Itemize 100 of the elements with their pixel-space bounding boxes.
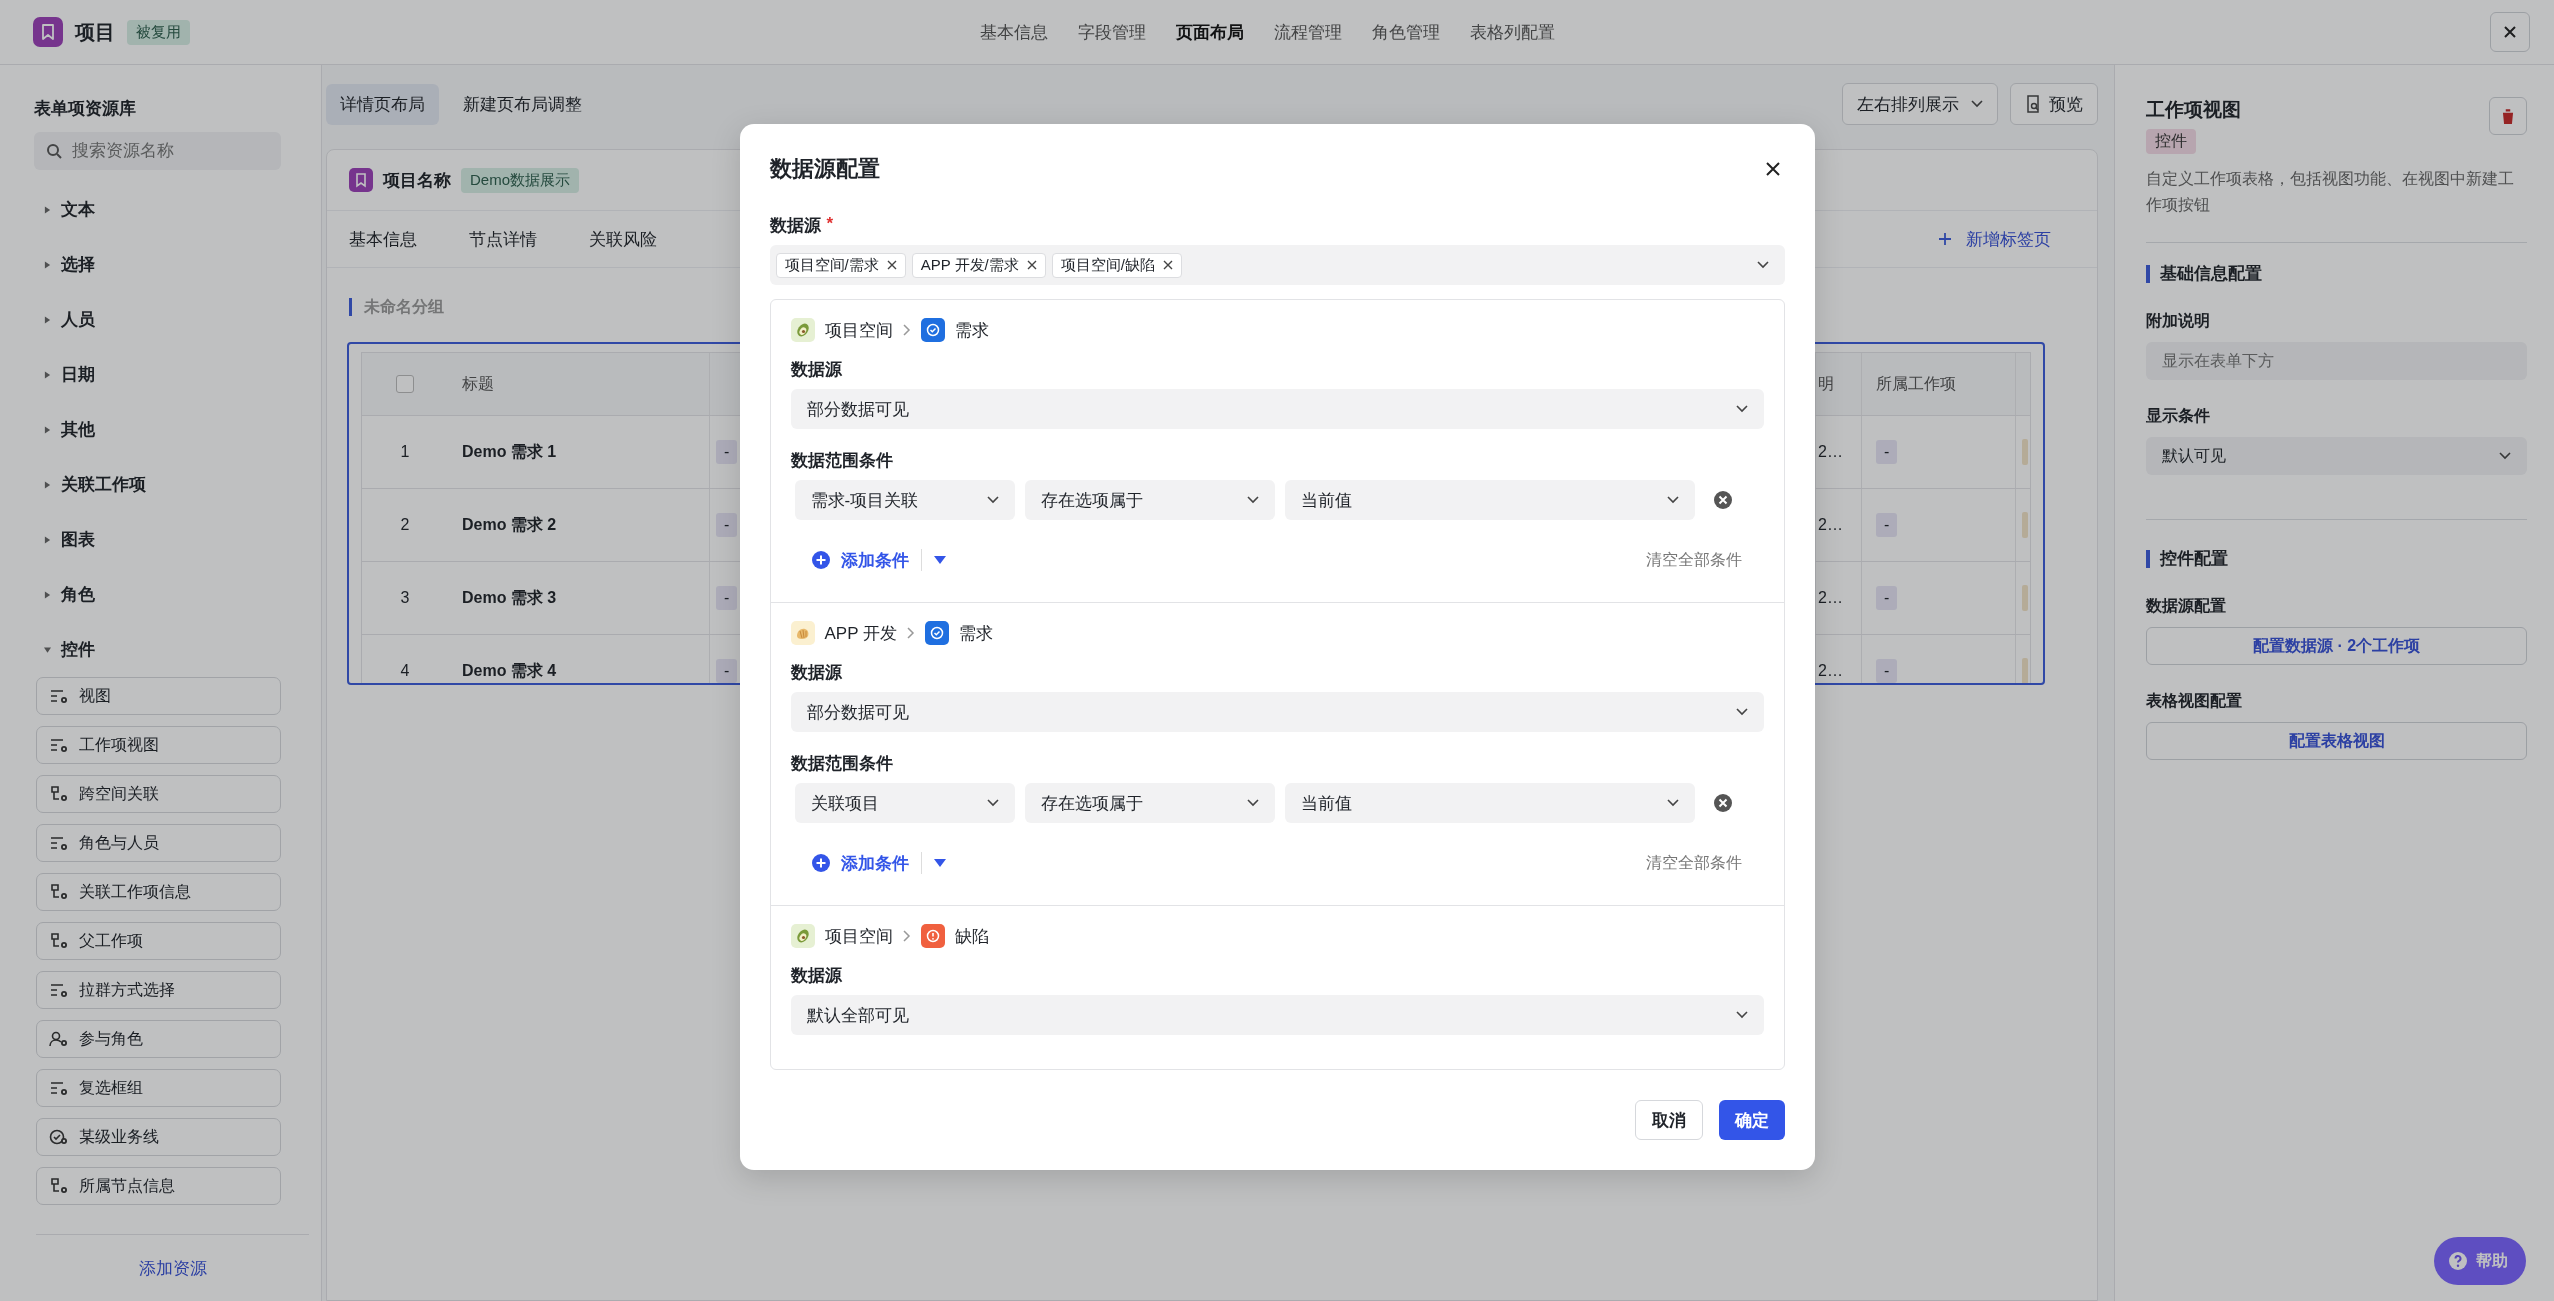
row-number: 1 — [400, 443, 410, 461]
field-label: 表格视图配置 — [2146, 691, 2243, 711]
nav-tab[interactable]: 表格列配置 — [1470, 20, 1555, 44]
category-item[interactable]: 角色 — [36, 567, 281, 622]
cancel-button[interactable]: 取消 — [1634, 1100, 1703, 1140]
nav-tab[interactable]: 角色管理 — [1372, 20, 1440, 44]
datasource-select[interactable]: 项目空间/需求 APP 开发/需求 项目空间/缺陷 — [769, 245, 1785, 285]
config-button[interactable]: 配置表格视图 — [2146, 722, 2527, 760]
select-all-checkbox[interactable] — [396, 375, 414, 393]
resource-item[interactable]: 工作项视图 — [36, 726, 281, 764]
add-condition-button[interactable]: 添加条件 — [810, 548, 909, 572]
field-dropdown[interactable]: 需求-项目关联 — [794, 480, 1015, 520]
remove-icon[interactable] — [1026, 260, 1037, 270]
field-label: 数据源 — [769, 215, 821, 237]
clear-conditions-link[interactable]: 清空全部条件 — [1645, 549, 1742, 571]
layout-tab[interactable]: 详情页布局 — [326, 83, 439, 125]
value-dropdown[interactable]: 当前值 — [1284, 480, 1695, 520]
empty-tag: - — [1876, 659, 1898, 683]
nav-tab[interactable]: 流程管理 — [1274, 20, 1342, 44]
section-tab[interactable]: 节点详情 — [469, 227, 537, 251]
empty-tag: - — [716, 586, 738, 610]
section-tab[interactable]: 基本信息 — [349, 227, 417, 251]
category-item[interactable]: 日期 — [36, 347, 281, 402]
chevron-down-icon — [986, 496, 999, 504]
operator-dropdown[interactable]: 存在选项属于 — [1024, 480, 1275, 520]
category-item[interactable]: 文本 — [36, 182, 281, 237]
item-type: 需求 — [954, 319, 989, 342]
delete-button[interactable] — [2489, 97, 2527, 135]
add-resource-link[interactable]: 添加资源 — [138, 1256, 207, 1280]
chevron-down-icon — [1246, 496, 1259, 504]
empty-tag: - — [1876, 586, 1898, 610]
category-item[interactable]: 关联工作项 — [36, 457, 281, 512]
table-cell: 2… — [1818, 589, 1843, 607]
resource-item[interactable]: 父工作项 — [36, 922, 281, 960]
description-field[interactable]: 显示在表单下方 — [2146, 342, 2527, 380]
caret-icon — [44, 204, 51, 215]
resource-item[interactable]: 所属节点信息 — [36, 1167, 281, 1205]
chevron-down-icon — [986, 799, 999, 807]
space-name: APP 开发 — [824, 622, 897, 645]
resource-item[interactable]: 复选框组 — [36, 1069, 281, 1107]
nav-tab[interactable]: 基本信息 — [980, 20, 1048, 44]
reused-badge: 被复用 — [127, 19, 190, 45]
resource-item[interactable]: 关联工作项信息 — [36, 873, 281, 911]
arrangement-dropdown[interactable]: 左右排列展示 — [1842, 83, 1998, 125]
nav-tab[interactable]: 页面布局 — [1176, 20, 1244, 44]
remove-condition-icon[interactable] — [1712, 793, 1733, 813]
caret-icon[interactable] — [933, 859, 946, 867]
clear-conditions-link[interactable]: 清空全部条件 — [1645, 852, 1742, 874]
close-icon — [2502, 24, 2518, 40]
list-gear-icon — [49, 1079, 69, 1097]
add-condition-button[interactable]: 添加条件 — [810, 851, 909, 875]
card-title: 项目名称 — [383, 169, 451, 192]
remove-icon[interactable] — [1162, 260, 1173, 270]
close-button[interactable] — [2490, 12, 2530, 52]
close-icon — [1764, 161, 1781, 177]
visibility-dropdown[interactable]: 默认全部可见 — [790, 995, 1764, 1035]
chevron-right-icon — [902, 324, 911, 336]
add-tab-button[interactable]: 新增标签页 — [1938, 227, 2051, 251]
section-tab[interactable]: 关联风险 — [589, 227, 657, 251]
category-item[interactable]: 人员 — [36, 292, 281, 347]
caret-icon — [44, 479, 51, 490]
category-item[interactable]: 选择 — [36, 237, 281, 292]
demo-badge: Demo数据展示 — [461, 167, 579, 193]
space-name: 项目空间 — [824, 319, 893, 342]
category-item[interactable]: 其他 — [36, 402, 281, 457]
search-field[interactable]: 搜索资源名称 — [34, 132, 281, 170]
chevron-down-icon — [1666, 496, 1679, 504]
operator-dropdown[interactable]: 存在选项属于 — [1024, 783, 1275, 823]
list-gear-icon — [49, 834, 69, 852]
value-dropdown[interactable]: 当前值 — [1284, 783, 1695, 823]
preview-button[interactable]: 预览 — [2010, 83, 2098, 125]
column-header: 标题 — [462, 373, 494, 394]
category-item[interactable]: 图表 — [36, 512, 281, 567]
section-title: 控件配置 — [2146, 550, 2527, 568]
plus-circle-icon — [810, 550, 831, 570]
remove-condition-icon[interactable] — [1712, 490, 1733, 510]
resource-item[interactable]: 角色与人员 — [36, 824, 281, 862]
resource-item[interactable]: 拉群方式选择 — [36, 971, 281, 1009]
empty-tag: - — [1876, 513, 1898, 537]
caret-icon[interactable] — [933, 556, 946, 564]
sidebar-title: 表单项资源库 — [34, 98, 137, 120]
remove-icon[interactable] — [886, 260, 897, 270]
resource-item[interactable]: 参与角色 — [36, 1020, 281, 1058]
visibility-dropdown[interactable]: 部分数据可见 — [790, 389, 1764, 429]
resource-item[interactable]: 某级业务线 — [36, 1118, 281, 1156]
config-button[interactable]: 配置数据源 · 2个工作项 — [2146, 627, 2527, 665]
layout-tab[interactable]: 新建页布局调整 — [449, 83, 596, 125]
resource-item[interactable]: 视图 — [36, 677, 281, 715]
category-item[interactable]: 控件 — [36, 622, 281, 677]
field-label: 附加说明 — [2146, 311, 2211, 331]
visibility-dropdown[interactable]: 部分数据可见 — [790, 692, 1764, 732]
field-label: 数据源 — [790, 662, 843, 684]
condition-dropdown[interactable]: 默认可见 — [2146, 437, 2527, 475]
resource-item[interactable]: 跨空间关联 — [36, 775, 281, 813]
field-dropdown[interactable]: 关联项目 — [794, 783, 1015, 823]
nav-tab[interactable]: 字段管理 — [1078, 20, 1146, 44]
preview-icon — [2025, 95, 2041, 113]
chevron-down-icon — [1735, 1011, 1748, 1019]
row-number: 3 — [400, 589, 410, 607]
confirm-button[interactable]: 确定 — [1718, 1100, 1785, 1140]
